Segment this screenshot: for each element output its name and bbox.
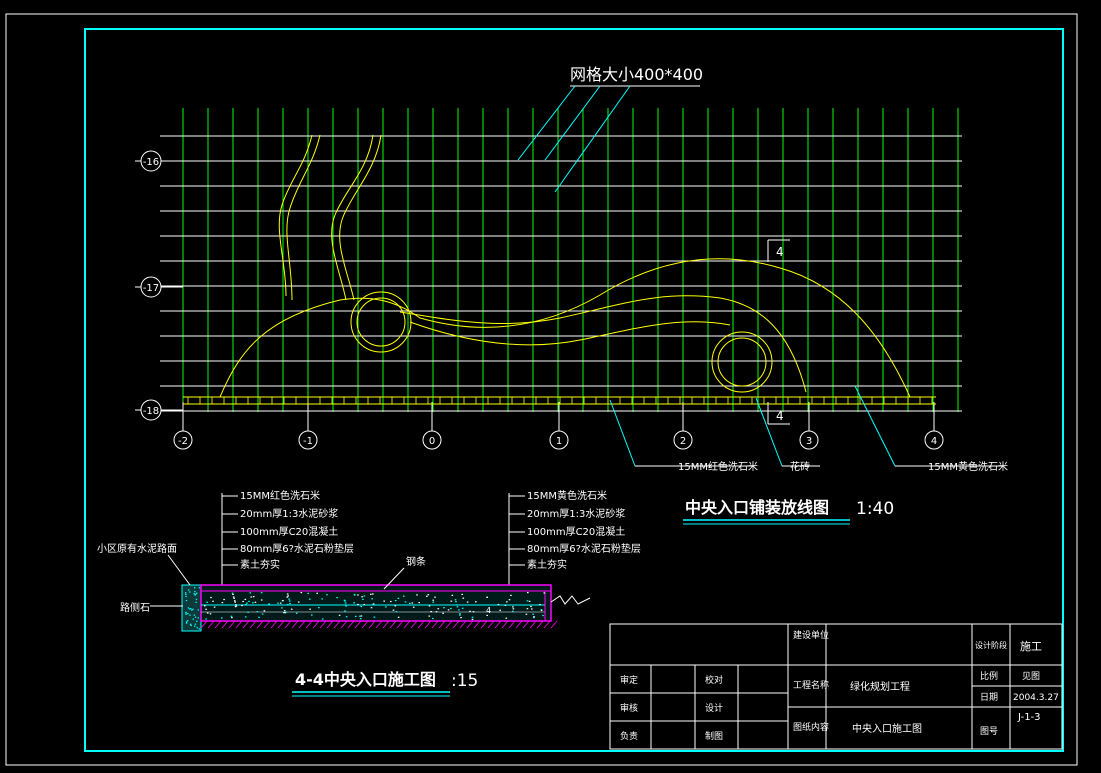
section-drawing: 4 [181, 584, 591, 632]
column-axis: -2 [173, 402, 193, 450]
callout-yellow-stone: 15MM黄色洗石米 [854, 385, 1008, 473]
column-axes: -2 -1 0 1 2 3 4 [173, 402, 944, 450]
role-label: 制图 [705, 730, 723, 742]
row-label: -16 [143, 157, 159, 168]
curb-stone [181, 584, 202, 632]
curb-label: 路侧石 [120, 601, 183, 614]
role-label: 设计 [705, 702, 723, 714]
section-layers-left: 15MM红色洗石米 20mm厚1:3水泥砂浆 100mm厚C20混凝土 80mm… [221, 489, 354, 588]
callout-text: 15MM红色洗石米 [678, 460, 758, 473]
layer-text: 15MM黄色洗石米 [527, 489, 607, 502]
section-mark-text: 4 [776, 245, 784, 259]
drawing-name: 中央入口施工图 [852, 722, 922, 735]
paving-grid [160, 108, 962, 412]
inner-wave [399, 295, 807, 393]
sign-label: 审定 [620, 674, 638, 686]
date-value: 2004.3.27 [1013, 693, 1059, 703]
main-wave-outline [219, 258, 911, 398]
column-label: 4 [931, 436, 937, 447]
column-label: 0 [429, 436, 435, 447]
planter-ring-right-inner [717, 337, 767, 387]
drawing-label-line: 图纸内容 [793, 721, 829, 733]
role-label: 校对 [705, 674, 723, 686]
project-name: 绿化规划工程 [850, 680, 910, 693]
rebar-label-text: 钢条 [406, 555, 426, 568]
column-label: -2 [178, 436, 188, 447]
drawing-frame [84, 28, 1064, 752]
column-axis: 1 [549, 402, 569, 450]
layer-text: 80mm厚6?水泥石粉垫层 [240, 542, 354, 555]
unit-label: 建设单位 [793, 629, 829, 641]
sign-label: 负责 [620, 730, 638, 742]
column-axis: 3 [799, 402, 819, 450]
section-title-block: 4-4中央入口施工图 :15 [292, 670, 478, 697]
sign-label: 审核 [620, 702, 638, 714]
callout-text: 花砖 [790, 460, 810, 473]
tree-stem-left-a [278, 134, 313, 297]
scale-label: 比例 [980, 670, 998, 682]
date-label: 日期 [980, 692, 998, 703]
drawing-label: 图纸内容 [793, 721, 829, 733]
column-axis: 0 [422, 402, 442, 450]
road-label-text: 小区原有水泥路面 [97, 542, 177, 555]
row-axis-17: -17 [135, 276, 183, 298]
plan-scale: 1:40 [856, 499, 894, 519]
section-mark-bottom: 4 [767, 402, 790, 425]
scale-value: 见图 [1022, 671, 1040, 682]
layer-text: 80mm厚6?水泥石粉垫层 [527, 542, 641, 555]
section-mark-top: 4 [767, 239, 790, 262]
column-label: -1 [303, 436, 313, 447]
outer-border [5, 13, 1078, 766]
cad-drawing-canvas: -16 -17 -18 -2 -1 0 1 2 3 4 网格大小400*400 … [5, 13, 1078, 766]
layer-text: 20mm厚1:3水泥砂浆 [240, 507, 338, 520]
section-title: 4-4中央入口施工图 [295, 670, 436, 689]
plan-title: 中央入口铺装放线图 [685, 498, 829, 517]
road-label: 小区原有水泥路面 [97, 542, 191, 586]
row-axis-16: -16 [135, 150, 183, 172]
rebar-label: 钢条 [383, 555, 426, 590]
layer-text: 20mm厚1:3水泥砂浆 [527, 507, 625, 520]
layer-text: 100mm厚C20混凝土 [527, 525, 625, 538]
tree-stem-right-a [331, 134, 374, 301]
column-label: 2 [680, 436, 686, 447]
project-label: 工程名称 [793, 679, 829, 691]
stage-value: 施工 [1020, 640, 1042, 653]
layer-text: 15MM红色洗石米 [240, 489, 320, 502]
planter-ring-right-outer [711, 331, 773, 393]
tree-stem-right-b [339, 134, 382, 301]
row-label: -18 [143, 406, 159, 417]
column-axis: -1 [298, 402, 318, 450]
grid-note-text: 网格大小400*400 [570, 65, 703, 84]
callout-text: 15MM黄色洗石米 [928, 460, 1008, 473]
layer-text: 素土夯实 [240, 558, 280, 571]
break-mark [550, 595, 591, 605]
sheet-label: 图号 [980, 726, 998, 737]
paving-pattern-curves [219, 134, 911, 398]
section-inner-mark: 4 [486, 606, 491, 615]
row-axis-18: -18 [135, 399, 183, 421]
row-label: -17 [143, 283, 159, 294]
section-scale: :15 [451, 671, 478, 691]
section-mark-text: 4 [776, 409, 784, 423]
column-axis: 2 [673, 402, 693, 450]
section-layers-right: 15MM黄色洗石米 20mm厚1:3水泥砂浆 100mm厚C20混凝土 80mm… [508, 489, 641, 588]
sheet-value: J-1-3 [1017, 712, 1041, 723]
planter-ring-left-outer [350, 291, 412, 353]
grid-size-note: 网格大小400*400 [517, 65, 703, 193]
column-label: 1 [556, 436, 562, 447]
stage-label: 设计阶段 [975, 640, 1007, 650]
unit-label-line: 建设单位 [793, 629, 829, 641]
layer-text: 素土夯实 [527, 558, 567, 571]
compacted-soil-hatch [200, 620, 558, 629]
plan-title-block: 中央入口铺装放线图 1:40 [683, 498, 894, 525]
project-label-line: 工程名称 [793, 679, 829, 691]
column-label: 3 [806, 436, 812, 447]
column-axis: 4 [924, 402, 944, 450]
layer-text: 100mm厚C20混凝土 [240, 525, 338, 538]
planter-ring-left-inner [356, 297, 406, 347]
curb-label-text: 路侧石 [120, 601, 150, 614]
